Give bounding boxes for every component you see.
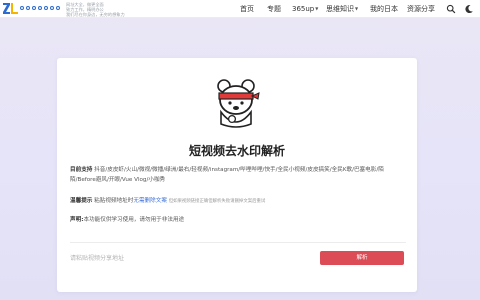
- search-icon[interactable]: [446, 4, 456, 14]
- nav-home[interactable]: 首页: [240, 3, 254, 15]
- slogan-line: 我们尽在你身边，无穷的想象力: [66, 12, 125, 17]
- nav-label: 我的日本: [370, 5, 398, 13]
- nav-label: 首页: [240, 5, 254, 13]
- nav-label: 资源分享: [407, 5, 435, 13]
- support-label: 目前支持: [70, 167, 93, 173]
- page-title: 短视频去水印解析: [188, 144, 285, 158]
- tip-highlight: 无需删除文案: [133, 198, 167, 204]
- tip-label: 温馨提示: [70, 198, 93, 204]
- nav-thinking[interactable]: 思维知识▼: [326, 3, 358, 15]
- dark-mode-icon[interactable]: [464, 4, 474, 14]
- declaration-text: 本功能仅供学习使用，请勿用于非法用途: [83, 217, 185, 223]
- nav-my-japan[interactable]: 我的日本: [370, 3, 398, 15]
- caret-down-icon: ▼: [315, 6, 319, 11]
- tip-text: 粘贴视频地址时: [94, 198, 134, 204]
- header-slogan: 网址大全，做更全面 致力工作，精明办公 我们尽在你身边，无穷的想象力: [66, 2, 125, 17]
- support-info: 目前支持 抖音/皮皮虾/火山/微视/微播/绿洲/最右/轻视频/instagram…: [70, 165, 406, 185]
- support-text: 抖音/皮皮虾/火山/微视/微播/绿洲/最右/轻视频/instagram/哔哩哔哩…: [70, 167, 384, 183]
- logo-dots: [20, 6, 60, 10]
- nav-label: 365up: [292, 5, 315, 13]
- nav-resources[interactable]: 资源分享: [407, 3, 435, 15]
- bear-mascot-icon: [217, 79, 260, 128]
- nav-topics[interactable]: 专题: [267, 3, 281, 15]
- video-url-input[interactable]: [70, 251, 320, 265]
- logo-icon[interactable]: [3, 3, 18, 14]
- parse-button[interactable]: 解析: [320, 251, 404, 265]
- declaration-info: 声明:本功能仅供学习使用，请勿用于非法用途: [70, 215, 406, 225]
- declaration-label: 声明:: [70, 217, 84, 223]
- divider: [70, 242, 406, 243]
- top-header: 网址大全，做更全面 致力工作，精明办公 我们尽在你身边，无穷的想象力 首页 专题…: [0, 0, 480, 18]
- caret-down-icon: ▼: [355, 6, 359, 11]
- watermark-tool-card: 短视频去水印解析 目前支持 抖音/皮皮虾/火山/微视/微播/绿洲/最右/轻视频/…: [57, 58, 417, 292]
- nav-label: 思维知识: [326, 5, 354, 13]
- tip-note: 但如果视频链接正确但解析失败请删掉文案后重试: [168, 199, 266, 204]
- tip-info: 温馨提示 粘贴视频地址时无需删除文案 但如果视频链接正确但解析失败请删掉文案后重…: [70, 196, 406, 207]
- nav-365up[interactable]: 365up▼: [292, 3, 318, 15]
- nav-label: 专题: [267, 5, 281, 13]
